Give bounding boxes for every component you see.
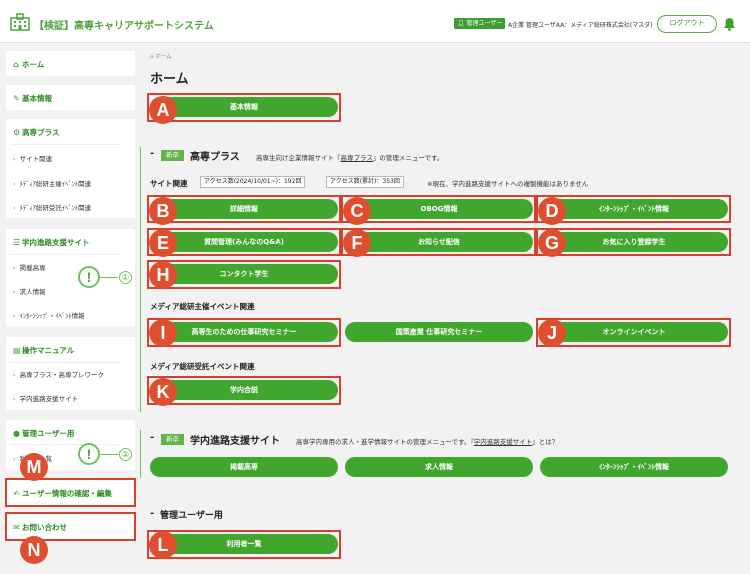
site-group-label: サイト関連 bbox=[150, 179, 188, 188]
sidebar-basic-info-label: 基本情報 bbox=[22, 94, 52, 103]
alert-icon: ! bbox=[78, 266, 100, 288]
marker-k: K bbox=[149, 378, 177, 406]
new-grad-badge: 新卒 bbox=[161, 150, 184, 161]
gakunai-link[interactable]: 学内進路支援サイト bbox=[474, 438, 533, 446]
marker-g: G bbox=[538, 229, 566, 257]
bell-icon[interactable] bbox=[723, 17, 736, 31]
access-count-total: アクセス数(累計)：353回 bbox=[326, 176, 404, 188]
marker-a: A bbox=[149, 96, 177, 124]
sidebar-item-basic-info[interactable]: ✎ 基本情報 bbox=[6, 85, 135, 110]
gakunai-internship-button[interactable]: ｲﾝﾀｰﾝｼｯﾌﾟ・ｲﾍﾞﾝﾄ情報 bbox=[540, 457, 728, 477]
sidebar-item-manual-kosen[interactable]: 高専プラス・高専プレワーク bbox=[13, 369, 104, 379]
gakunai-title: 学内進路支援サイト bbox=[190, 436, 280, 447]
sidebar-manual-heading: 操作マニュアル bbox=[22, 346, 75, 355]
app-title: 【検証】高専キャリアサポートシステム bbox=[34, 21, 214, 32]
sidebar-item-hosted-events[interactable]: ﾒﾃﾞｨｱ総研主催ｲﾍﾞﾝﾄ関連 bbox=[13, 178, 92, 188]
list-icon: ☰ bbox=[13, 238, 21, 247]
sidebar-kosen-plus-heading: 高専プラス bbox=[22, 128, 60, 137]
sidebar-item-site[interactable]: サイト関連 bbox=[13, 153, 53, 163]
divider bbox=[10, 444, 120, 445]
callout-number-1: ① bbox=[119, 271, 132, 284]
sidebar-admin-heading: 管理ユーザー用 bbox=[22, 429, 75, 438]
highlight-box bbox=[5, 512, 136, 541]
sidebar-item-commissioned-events[interactable]: ﾒﾃﾞｨｱ総研受託ｲﾍﾞﾝﾄ関連 bbox=[13, 202, 92, 212]
sidebar-item-schools[interactable]: 掲載高専 bbox=[13, 262, 46, 272]
section-dash: - bbox=[150, 508, 155, 519]
book-icon: ▤ bbox=[13, 346, 21, 355]
commissioned-group-label: メディア総研受託イベント関連 bbox=[150, 362, 255, 371]
marker-n: N bbox=[20, 536, 48, 564]
gakunai-desc: 高専学内専用の求人・進学情報サイトの管理メニューです。『学内進路支援サイト』とは… bbox=[296, 436, 558, 446]
alert-icon: ! bbox=[78, 443, 100, 465]
gakunai-desc-suffix: 』とは？ bbox=[532, 438, 559, 446]
kosen-plus-title: 高専プラス bbox=[190, 152, 240, 163]
kosen-plus-desc-suffix: 』の管理メニューです。 bbox=[372, 154, 444, 162]
callout-line bbox=[100, 454, 118, 455]
sidebar-group-kosen-plus: ⚙高専プラス サイト関連 ﾒﾃﾞｨｱ総研主催ｲﾍﾞﾝﾄ関連 ﾒﾃﾞｨｱ総研受託ｲ… bbox=[6, 119, 135, 218]
section-left-rule bbox=[140, 147, 141, 412]
gakunai-desc-prefix: 高専学内専用の求人・進学情報サイトの管理メニューです。『 bbox=[296, 438, 474, 446]
marker-e: E bbox=[149, 229, 177, 257]
role-badge-label: 管理ユーザー bbox=[466, 20, 503, 27]
marker-c: C bbox=[343, 197, 371, 225]
callout-number-2: ② bbox=[119, 448, 132, 461]
access-count-period: アクセス数(2024/10/01~)：192回 bbox=[200, 176, 306, 188]
pencil-icon: ✎ bbox=[13, 94, 20, 103]
sidebar-item-home[interactable]: ⌂ ホーム bbox=[6, 51, 135, 76]
callout-line bbox=[100, 277, 118, 278]
logout-button[interactable]: ログアウト bbox=[657, 15, 717, 33]
kosen-plus-link[interactable]: 高専プラス bbox=[341, 154, 373, 162]
kosen-plus-desc: 高専生向け企業情報サイト『高専プラス』の管理メニューです。 bbox=[256, 152, 443, 162]
divider bbox=[10, 144, 120, 145]
home-small-icon: ⌂ bbox=[150, 54, 154, 60]
sidebar-gakunai-heading: 学内進路支援サイト bbox=[22, 238, 90, 247]
marker-j: J bbox=[538, 319, 566, 347]
admin-title: 管理ユーザー用 bbox=[160, 511, 223, 521]
marker-i: I bbox=[149, 319, 177, 347]
marker-d: D bbox=[538, 197, 566, 225]
breadcrumb: ⌂ ホーム bbox=[150, 52, 172, 60]
section-left-rule bbox=[140, 430, 141, 478]
kosen-plus-desc-prefix: 高専生向け企業情報サイト『 bbox=[256, 154, 341, 162]
job-info-button[interactable]: 求人情報 bbox=[345, 457, 533, 477]
user-info: A企業 管理ユーザAA：メディア総研株式会社(マスダ) bbox=[508, 22, 653, 29]
national-industry-seminar-button[interactable]: 国策産業 仕事研究セミナー bbox=[345, 322, 533, 342]
marker-f: F bbox=[343, 229, 371, 257]
divider bbox=[10, 254, 120, 255]
hosted-group-label: メディア総研主催イベント関連 bbox=[150, 302, 255, 311]
marker-l: L bbox=[149, 531, 177, 559]
marker-b: B bbox=[149, 197, 177, 225]
school-building-icon bbox=[10, 13, 30, 31]
breadcrumb-home[interactable]: ホーム bbox=[155, 54, 171, 60]
role-badge: 👤︎ 管理ユーザー bbox=[454, 18, 506, 29]
listed-schools-button[interactable]: 掲載高専 bbox=[150, 457, 338, 477]
section-dash: - bbox=[150, 148, 155, 159]
divider bbox=[10, 362, 120, 363]
section-dash: - bbox=[150, 432, 155, 443]
duplicate-note: ※現在、学内進路支援サイトへの複製機能はありません bbox=[427, 180, 589, 188]
sidebar-item-jobs[interactable]: 求人情報 bbox=[13, 286, 46, 296]
sidebar-group-manual: ▤操作マニュアル 高専プラス・高専プレワーク 学内進路支援サイト bbox=[6, 337, 135, 410]
new-grad-badge: 新卒 bbox=[161, 434, 184, 445]
sidebar-item-manual-gakunai[interactable]: 学内進路支援サイト bbox=[13, 393, 79, 403]
home-icon: ⌂ bbox=[13, 60, 19, 69]
app-header: 【検証】高専キャリアサポートシステム 👤︎ 管理ユーザー A企業 管理ユーザAA… bbox=[0, 0, 750, 43]
highlight-box bbox=[5, 478, 136, 507]
marker-h: H bbox=[149, 261, 177, 289]
sidebar-item-internship[interactable]: ｲﾝﾀｰﾝｼｯﾌﾟ・ｲﾍﾞﾝﾄ情報 bbox=[13, 310, 85, 320]
sidebar-home-label: ホーム bbox=[22, 60, 45, 69]
user-icon: ● bbox=[13, 429, 20, 438]
brand-icon: ⚙ bbox=[13, 128, 21, 137]
marker-m: M bbox=[20, 453, 48, 481]
page-title: ホーム bbox=[150, 72, 189, 87]
